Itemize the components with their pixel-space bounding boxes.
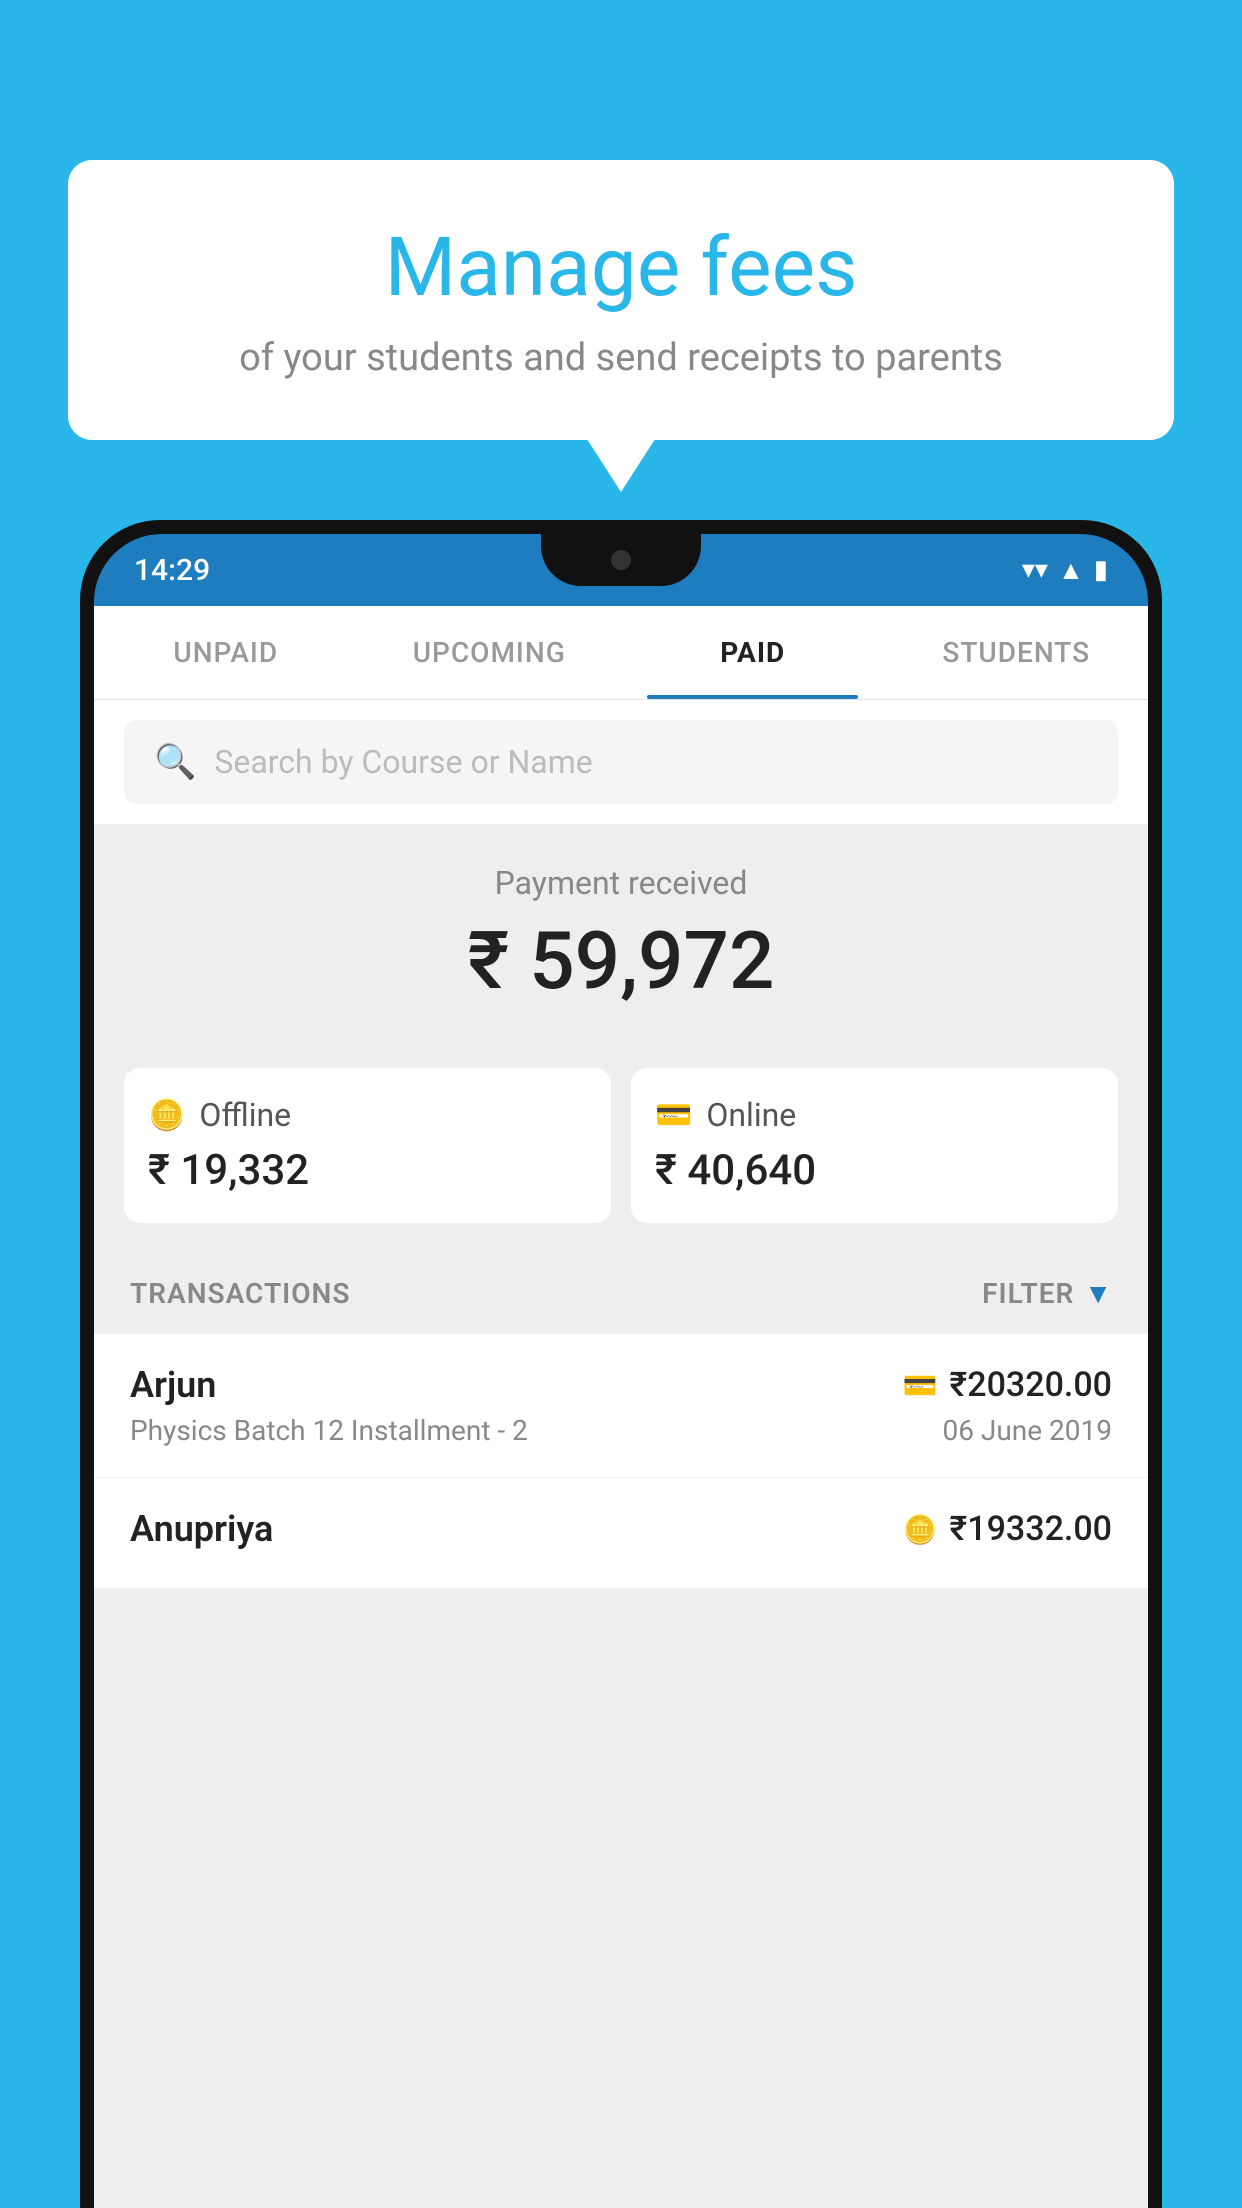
offline-amount: ₹ 19,332 [148, 1146, 587, 1195]
search-icon: 🔍 [154, 742, 196, 782]
phone-frame: 14:29 ▾▾ ▲ ▮ ← Payments ⚙ + UNPAID [80, 520, 1162, 2208]
tabs: UNPAID UPCOMING PAID STUDENTS [94, 606, 1148, 700]
search-bar[interactable]: 🔍 Search by Course or Name [124, 720, 1118, 804]
speech-bubble: Manage fees of your students and send re… [68, 160, 1174, 440]
offline-card-header: 🪙 Offline [148, 1096, 587, 1134]
battery-icon: ▮ [1094, 555, 1108, 585]
transaction-amount-row-2: 🪙 ₹19332.00 [903, 1509, 1112, 1549]
online-icon: 💳 [655, 1098, 692, 1133]
transaction-amount-row-1: 💳 ₹20320.00 [903, 1365, 1112, 1405]
tab-students[interactable]: STUDENTS [885, 606, 1149, 699]
offline-card: 🪙 Offline ₹ 19,332 [124, 1068, 611, 1223]
phone-content: UNPAID UPCOMING PAID STUDENTS 🔍 Search b… [94, 606, 1148, 2208]
transaction-name-2: Anupriya [130, 1508, 273, 1550]
tab-upcoming[interactable]: UPCOMING [358, 606, 622, 699]
transaction-top-2: Anupriya 🪙 ₹19332.00 [130, 1508, 1112, 1550]
table-row[interactable]: Anupriya 🪙 ₹19332.00 [94, 1478, 1148, 1589]
offline-icon: 🪙 [148, 1098, 185, 1133]
transaction-name-1: Arjun [130, 1364, 216, 1406]
status-icons: ▾▾ ▲ ▮ [1022, 555, 1108, 586]
transaction-amount-1: ₹20320.00 [950, 1365, 1112, 1405]
offline-label: Offline [199, 1096, 291, 1134]
tab-unpaid[interactable]: UNPAID [94, 606, 358, 699]
search-placeholder: Search by Course or Name [214, 743, 592, 781]
transaction-date-1: 06 June 2019 [942, 1414, 1112, 1447]
payment-received: Payment received ₹ 59,972 [94, 824, 1148, 1068]
camera-dot [611, 550, 631, 570]
transaction-course-1: Physics Batch 12 Installment - 2 [130, 1414, 528, 1447]
filter-label: FILTER [982, 1277, 1074, 1310]
transactions-header: TRANSACTIONS FILTER ▼ [94, 1253, 1148, 1334]
transaction-amount-2: ₹19332.00 [950, 1509, 1112, 1549]
cash-payment-icon-2: 🪙 [903, 1513, 938, 1546]
filter-button[interactable]: FILTER ▼ [982, 1277, 1112, 1310]
transaction-top-1: Arjun 💳 ₹20320.00 [130, 1364, 1112, 1406]
transactions-label: TRANSACTIONS [130, 1277, 350, 1310]
online-card: 💳 Online ₹ 40,640 [631, 1068, 1118, 1223]
bubble-subtitle: of your students and send receipts to pa… [148, 336, 1094, 380]
notch [541, 534, 701, 586]
online-amount: ₹ 40,640 [655, 1146, 1094, 1195]
transaction-bottom-1: Physics Batch 12 Installment - 2 06 June… [130, 1414, 1112, 1447]
payment-cards: 🪙 Offline ₹ 19,332 💳 Online ₹ 40,640 [94, 1068, 1148, 1253]
status-time: 14:29 [134, 553, 210, 588]
card-payment-icon-1: 💳 [903, 1369, 938, 1402]
filter-icon: ▼ [1084, 1277, 1112, 1310]
search-container: 🔍 Search by Course or Name [94, 700, 1148, 824]
online-card-header: 💳 Online [655, 1096, 1094, 1134]
wifi-icon: ▾▾ [1022, 555, 1048, 585]
signal-icon: ▲ [1058, 555, 1084, 586]
online-label: Online [706, 1096, 796, 1134]
payment-received-label: Payment received [124, 864, 1118, 902]
status-bar: 14:29 ▾▾ ▲ ▮ [94, 534, 1148, 606]
phone-inner: 14:29 ▾▾ ▲ ▮ ← Payments ⚙ + UNPAID [94, 534, 1148, 2208]
tab-paid[interactable]: PAID [621, 606, 885, 699]
table-row[interactable]: Arjun 💳 ₹20320.00 Physics Batch 12 Insta… [94, 1334, 1148, 1478]
bubble-title: Manage fees [148, 220, 1094, 316]
payment-total-amount: ₹ 59,972 [124, 914, 1118, 1008]
